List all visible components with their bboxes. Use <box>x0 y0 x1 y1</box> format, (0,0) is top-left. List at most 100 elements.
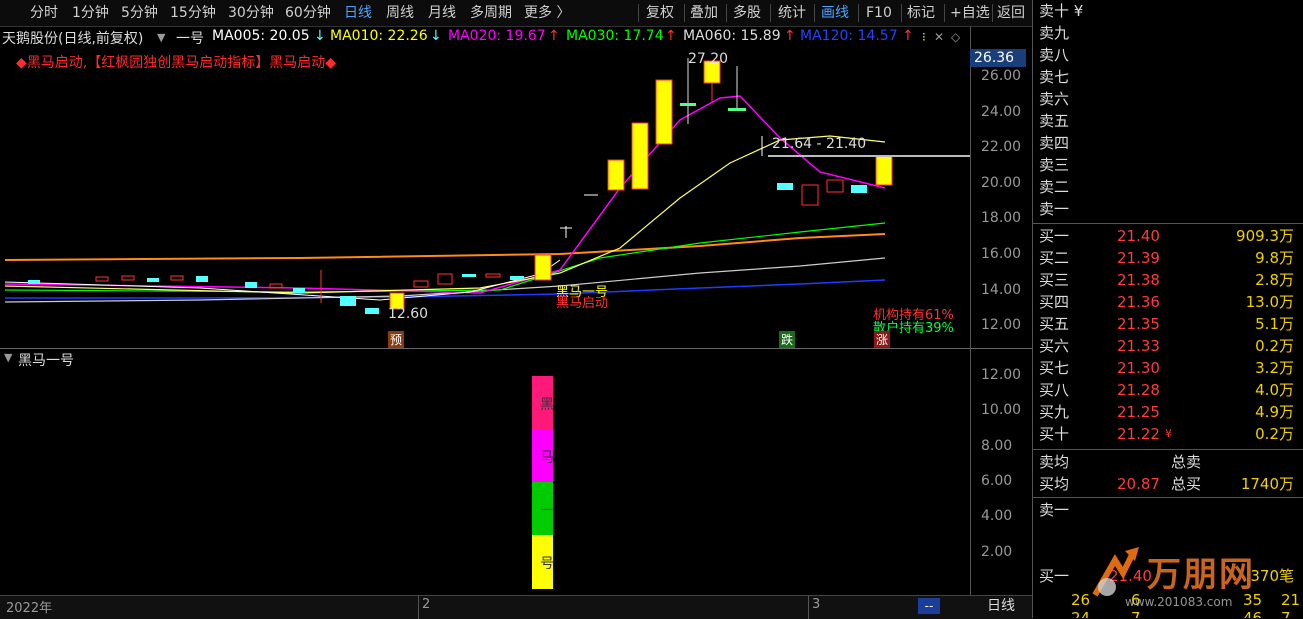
ma5-line <box>4 259 561 301</box>
axis-tick: 4.00 <box>981 508 1013 524</box>
buy1-label: 买一 <box>1039 567 1070 585</box>
period-tab-daily[interactable]: 日线 <box>970 595 1032 619</box>
toolbar-divider <box>858 4 859 22</box>
buy-row[interactable]: 买七 21.30 3.2万 <box>1033 357 1303 379</box>
ma020-arrow-icon: ↑ <box>548 28 560 44</box>
chevron-down-icon[interactable]: ▼ <box>157 31 165 44</box>
buy-label: 买九 <box>1039 403 1070 421</box>
candle-down <box>147 278 159 282</box>
tab-60min[interactable]: 60分钟 <box>285 4 331 22</box>
tab-monthly[interactable]: 月线 <box>428 4 456 22</box>
fuquan-button[interactable]: 复权 <box>646 4 674 22</box>
sell-label: 卖四 <box>1039 134 1070 152</box>
toolbar-divider <box>684 4 685 22</box>
high-label: 27.20 <box>688 51 729 67</box>
add-watchlist-button[interactable]: +自选 <box>950 4 990 22</box>
buy-volume: 3.2万 <box>1255 359 1294 377</box>
ob-divider <box>1033 449 1303 450</box>
mark-rise-badge[interactable]: 涨 <box>874 331 891 348</box>
tab-1min[interactable]: 1分钟 <box>72 4 109 22</box>
tab-15min[interactable]: 15分钟 <box>170 4 216 22</box>
indicator-name[interactable]: 一号 <box>176 28 204 48</box>
buy-row[interactable]: 买八 21.28 4.0万 <box>1033 379 1303 401</box>
overlay-button[interactable]: 叠加 <box>690 4 718 22</box>
candle-down <box>462 274 476 277</box>
scroll-indicator[interactable]: -- <box>918 598 940 614</box>
axis-tick: 24.00 <box>981 104 1022 120</box>
candle-down <box>365 308 379 314</box>
ma005-value: MA005: 20.05 <box>212 28 310 44</box>
back-button[interactable]: 返回 <box>997 4 1025 22</box>
buy-price: 21.25 <box>1117 403 1160 421</box>
multi-stock-button[interactable]: 多股 <box>733 4 761 22</box>
sell-label: 卖一 <box>1039 200 1070 218</box>
axis-tick: 16.00 <box>981 246 1022 262</box>
candle-down <box>340 296 356 306</box>
avg-buy-label: 买均 <box>1039 475 1070 493</box>
axis-tick: 2.00 <box>981 544 1013 560</box>
candle-down <box>680 103 696 106</box>
close-icon[interactable]: ✕ <box>934 30 944 44</box>
buy-row[interactable]: 买十 21.22 ¥0.2万 <box>1033 423 1303 445</box>
buy-row[interactable]: 买二 21.39 9.8万 <box>1033 247 1303 269</box>
buy-volume: 5.1万 <box>1255 315 1294 333</box>
ma120-arrow-icon: ↑ <box>902 28 914 44</box>
mark-button[interactable]: 标记 <box>907 4 935 22</box>
ma010-arrow-icon: ↓ <box>430 28 442 44</box>
buy-row[interactable]: 买五 21.35 5.1万 <box>1033 313 1303 335</box>
stats-button[interactable]: 统计 <box>778 4 806 22</box>
buy-row[interactable]: 买九 21.25 4.9万 <box>1033 401 1303 423</box>
buy-row[interactable]: 买三 21.38 2.8万 <box>1033 269 1303 291</box>
current-price-tag: 26.36 <box>970 49 1026 67</box>
buy-volume: 2.8万 <box>1255 271 1294 289</box>
diamond-icon[interactable]: ◇ <box>951 30 960 44</box>
ma120-value: MA120: 14.57 <box>800 28 898 44</box>
ma30-line <box>4 222 886 293</box>
axis-tick: 20.00 <box>981 175 1022 191</box>
axis-tick: 8.00 <box>981 438 1013 454</box>
mark-pre-badge[interactable]: 预 <box>388 331 405 348</box>
sell-label: 卖七 <box>1039 68 1070 86</box>
buy-label: 买四 <box>1039 293 1070 311</box>
buy-row[interactable]: 买四 21.36 13.0万 <box>1033 291 1303 313</box>
indicator-chart[interactable] <box>0 350 970 595</box>
draw-line-button[interactable]: 画线 <box>821 4 849 22</box>
tab-daily[interactable]: 日线 <box>344 4 372 22</box>
ma020-value: MA020: 19.67 <box>448 28 546 44</box>
ma060-value: MA060: 15.89 <box>683 28 781 44</box>
candle-up <box>95 276 109 282</box>
ma030-value: MA030: 17.74 <box>566 28 664 44</box>
ma20-line <box>4 95 886 294</box>
buy-volume: 9.8万 <box>1255 249 1294 267</box>
f10-button[interactable]: F10 <box>866 4 892 22</box>
sell-label: 卖二 <box>1039 178 1070 196</box>
candle-down <box>851 185 867 193</box>
kline-chart[interactable] <box>0 48 970 348</box>
tab-more[interactable]: 更多 〉 <box>524 4 570 22</box>
mark-fall-badge[interactable]: 跌 <box>779 331 796 348</box>
ma60-line <box>4 257 886 303</box>
tab-weekly[interactable]: 周线 <box>386 4 414 22</box>
tab-multi-period[interactable]: 多周期 <box>470 4 512 22</box>
tab-fenshi[interactable]: 分时 <box>30 4 58 22</box>
sell-label: 卖八 <box>1039 46 1070 64</box>
tab-30min[interactable]: 30分钟 <box>228 4 274 22</box>
toolbar-divider <box>901 4 902 22</box>
candle-up-yellow <box>631 122 649 190</box>
candle-up <box>801 184 819 206</box>
buy-price: 21.35 <box>1117 315 1160 333</box>
buy-row[interactable]: 买六 21.33 0.2万 <box>1033 335 1303 357</box>
buy-row[interactable]: 买一 21.40 909.3万 <box>1033 225 1303 247</box>
ob-divider <box>1033 497 1303 498</box>
candle-down <box>777 183 793 190</box>
stock-title: 天鹅股份(日线,前复权) <box>2 31 144 47</box>
ma030-arrow-icon: ↑ <box>665 28 677 44</box>
toolbar-divider <box>638 4 639 22</box>
tab-5min[interactable]: 5分钟 <box>121 4 158 22</box>
settings-icon[interactable]: ⁝ <box>922 30 926 44</box>
bar-char: 号 <box>540 556 554 572</box>
horse-start-label: 黑马启动 <box>556 296 609 311</box>
date-divider <box>418 596 419 619</box>
ma-info-bar: 天鹅股份(日线,前复权) ▼ 一号 MA005: 20.05 ↓ MA010: … <box>0 26 970 48</box>
candle-down <box>293 288 305 293</box>
